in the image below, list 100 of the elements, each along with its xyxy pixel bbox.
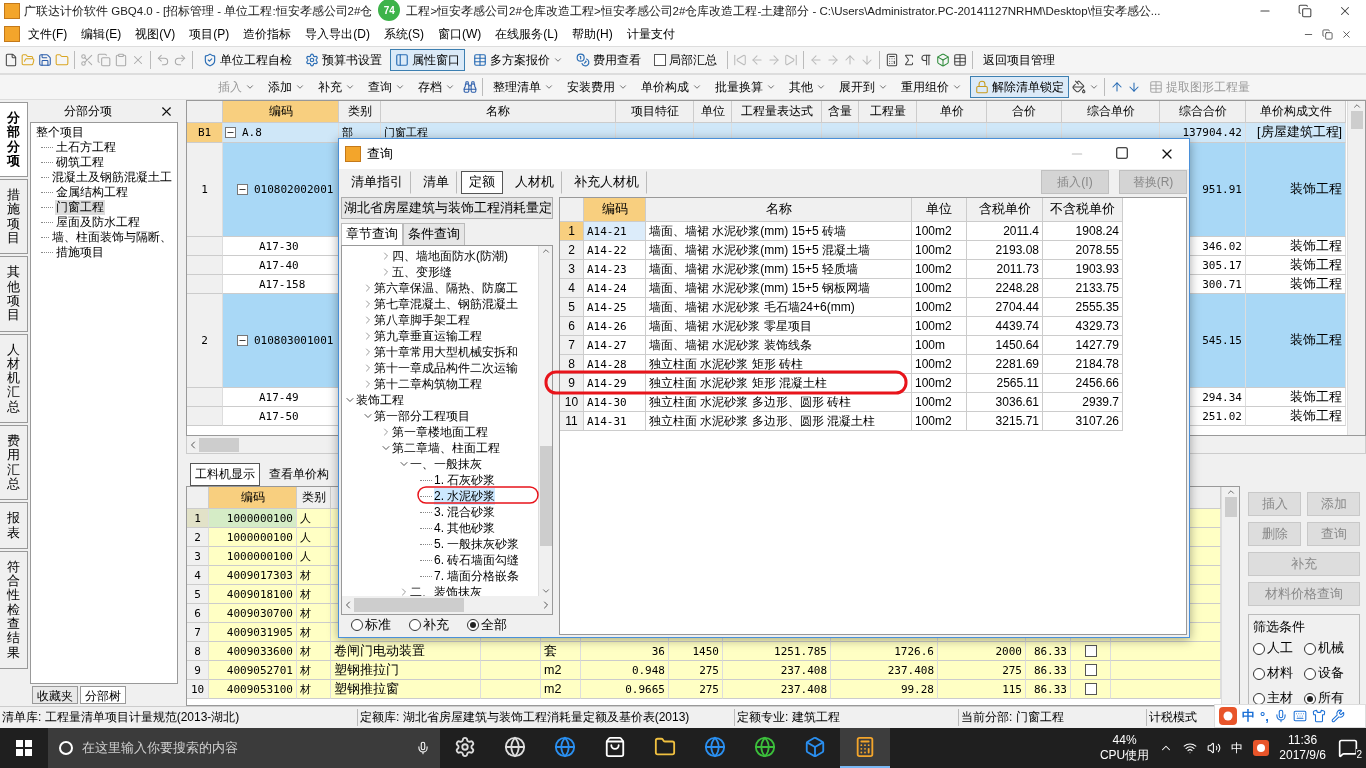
tab[interactable]: 工料机显示 (190, 463, 260, 486)
table-cell: A14-22 (587, 243, 627, 257)
tree-item[interactable]: 措施项目 (55, 245, 105, 260)
table-cell: 1903.93 (1075, 262, 1119, 276)
toolbar-button[interactable]: 安装费用 (562, 76, 633, 98)
tree-item[interactable]: 第十章常用大型机械安拆和 (374, 343, 518, 361)
table-cell: 2555.35 (1075, 300, 1119, 314)
toolbar-button[interactable]: 补充 (313, 76, 360, 98)
menu-item[interactable]: 窗口(W) (432, 23, 488, 45)
tab[interactable]: 查看单价构 (264, 463, 334, 486)
toolbar-button[interactable]: 费用查看 (571, 49, 646, 71)
tree-item[interactable]: 第十一章成品构件二次运输 (374, 359, 518, 377)
tab[interactable]: 条件查询 (403, 223, 465, 245)
toolbar-button[interactable]: 多方案报价 (468, 49, 568, 71)
menu-item[interactable]: 导入导出(D) (299, 23, 376, 45)
tab[interactable]: 定额 (461, 170, 503, 194)
toolbar-button[interactable]: 查询 (363, 76, 410, 98)
side-tab[interactable]: 措施项目 (0, 179, 28, 255)
tab[interactable]: 人材机 (507, 170, 562, 194)
menu-item[interactable]: 系统(S) (378, 23, 430, 45)
side-tab[interactable]: 费用汇总 (0, 425, 28, 501)
toolbar-button[interactable]: 展开到 (834, 76, 893, 98)
menu-item[interactable]: 编辑(E) (75, 23, 128, 45)
menu-item[interactable]: 视图(V) (129, 23, 182, 45)
tree-item[interactable]: 墙、柱面装饰与隔断、 (51, 230, 173, 245)
toolbar-button[interactable]: 重用组价 (896, 76, 967, 98)
toolbar-button[interactable]: 其他 (784, 76, 831, 98)
tree-item[interactable]: 一、一般抹灰 (410, 455, 482, 473)
toolbar-button[interactable]: 预算书设置 (300, 49, 387, 71)
search-field[interactable]: 在这里输入你要搜索的内容 (48, 728, 440, 768)
tree-item[interactable]: 第一部分工程项目 (374, 407, 470, 425)
tab[interactable]: 清单 (415, 170, 457, 194)
toolbar-button[interactable]: 存档 (413, 76, 460, 98)
tree-item[interactable]: 整个项目 (35, 125, 85, 140)
toolbar-button[interactable]: 整理清单 (488, 76, 559, 98)
menu-item[interactable]: 在线服务(L) (489, 23, 564, 45)
filter-radio[interactable]: 设备 (1304, 665, 1355, 682)
tree-item[interactable]: 五、变形缝 (392, 263, 452, 281)
tree-item[interactable]: 装饰工程 (356, 391, 404, 409)
library-dropdown[interactable]: 湖北省房屋建筑与装饰工程消耗量定 (341, 197, 553, 219)
tree-item[interactable]: 四、墙地面防水(防潮) (392, 247, 508, 265)
tree-item[interactable]: 第九章垂直运输工程 (374, 327, 482, 345)
table-cell: 1726.6 (831, 642, 938, 661)
table-cell: 装饰工程 (1246, 294, 1346, 388)
filter-radio[interactable]: 全部 (467, 616, 507, 634)
tab[interactable]: 章节查询 (341, 223, 403, 245)
tree-item[interactable]: 6. 砖石墙面勾缝 (434, 551, 520, 569)
menu-item[interactable]: 计量支付 (620, 23, 681, 45)
menu-item[interactable]: 帮助(H) (566, 23, 619, 45)
toolbar-button[interactable]: 单价构成 (636, 76, 707, 98)
summary-checkbox[interactable]: 局部汇总 (649, 49, 722, 71)
side-tab[interactable]: 其他项目 (0, 256, 28, 332)
tree-item[interactable]: 第八章脚手架工程 (374, 311, 470, 329)
side-tab[interactable]: 符合性检查结果 (0, 550, 28, 669)
table-cell: 4009017303 (209, 566, 297, 585)
table-cell: 2011.4 (1003, 224, 1039, 238)
toolbar-button[interactable]: 解除清单锁定 (970, 76, 1069, 98)
tree-item[interactable]: 4. 其他砂浆 (434, 519, 496, 537)
toolbar-button[interactable]: 批量换算 (710, 76, 781, 98)
side-tab[interactable]: 报表 (0, 502, 28, 549)
table-cell: 材 (297, 566, 331, 585)
tree-item[interactable]: 第七章混凝土、钢筋混凝土 (374, 295, 518, 313)
tree-item[interactable]: 5. 一般抹灰砂浆 (434, 535, 520, 553)
toolbar-button[interactable]: 属性窗口 (390, 49, 465, 71)
table-cell: 材 (297, 623, 331, 642)
filter-radio[interactable]: 材料 (1253, 665, 1304, 682)
toolbar-button[interactable]: 单位工程自检 (198, 49, 297, 71)
tree-item[interactable]: 第一章楼地面工程 (392, 423, 488, 441)
filter-radio[interactable]: 人工 (1253, 640, 1304, 657)
tree-item[interactable]: 屋面及防水工程 (55, 215, 141, 230)
tree-item[interactable]: 3. 混合砂浆 (434, 503, 496, 521)
column-header: 含量 (822, 101, 859, 123)
tree-item[interactable]: 第二章墙、柱面工程 (392, 439, 500, 457)
filter-radio[interactable]: 标准 (351, 616, 391, 634)
panel-tab[interactable]: 分部树 (80, 686, 126, 704)
row-number: 4 (187, 566, 209, 585)
menu-item[interactable]: 造价指标 (237, 23, 298, 45)
tree-item[interactable]: 混凝土及钢筋混凝土工 (51, 170, 173, 185)
tree-item[interactable]: 土石方工程 (55, 140, 117, 155)
tree-item[interactable]: 第十二章构筑物工程 (374, 375, 482, 393)
row-number: 2 (560, 241, 584, 260)
tree-item[interactable]: 砌筑工程 (55, 155, 105, 170)
tree-item[interactable]: 门窗工程 (55, 200, 105, 215)
toolbar-button[interactable]: 返回项目管理 (978, 49, 1060, 71)
menu-item[interactable]: 文件(F) (22, 23, 74, 45)
table-cell: 010802002001 (254, 183, 334, 196)
toolbar-button[interactable]: 添加 (263, 76, 310, 98)
panel-tab[interactable]: 收藏夹 (32, 686, 78, 704)
tree-item[interactable]: 1. 石灰砂浆 (434, 471, 496, 489)
tree-item[interactable]: 金属结构工程 (55, 185, 129, 200)
filter-radio[interactable]: 补充 (409, 616, 449, 634)
tab[interactable]: 清单指引 (343, 170, 411, 194)
table-cell: 4009018100 (209, 585, 297, 604)
filter-radio[interactable]: 机械 (1304, 640, 1355, 657)
side-tab[interactable]: 分部分项 (0, 102, 28, 178)
tree-item[interactable]: 7. 墙面分格嵌条 (434, 567, 520, 585)
menu-item[interactable]: 项目(P) (183, 23, 236, 45)
tree-item[interactable]: 第六章保温、隔热、防腐工 (374, 279, 518, 297)
side-tab[interactable]: 人材机汇总 (0, 333, 28, 424)
tab[interactable]: 补充人材机 (566, 170, 647, 194)
